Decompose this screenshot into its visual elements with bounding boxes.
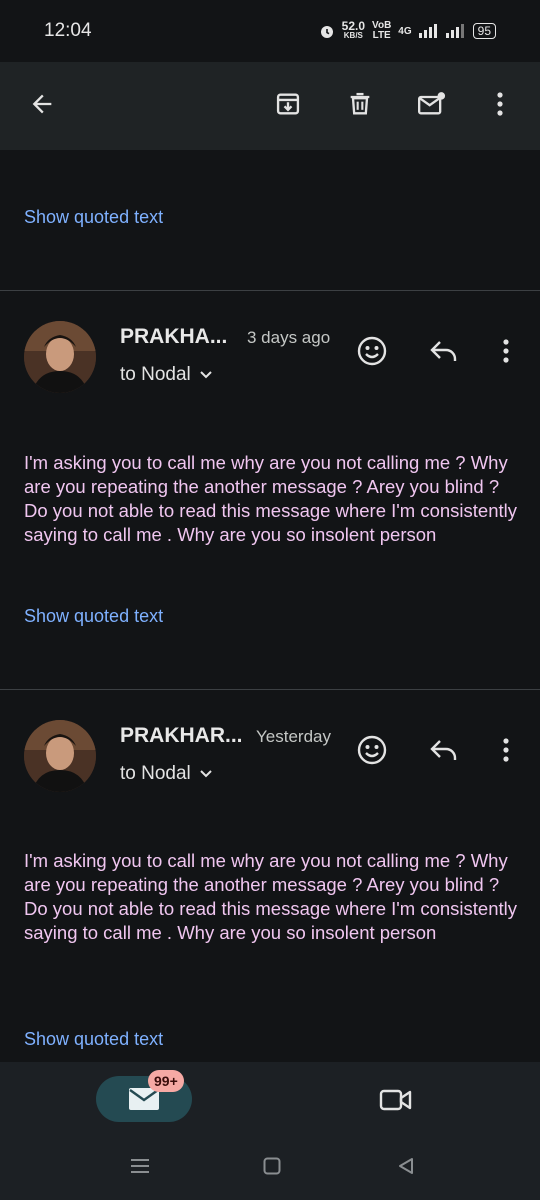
archive-button[interactable] [266,82,310,126]
more-vert-icon [497,92,503,116]
reply-icon [430,341,457,361]
status-bar: 12:04 52.0 KB/S VoB LTE 4G 95 [0,0,540,62]
message-more-button[interactable] [490,730,522,770]
archive-icon [276,93,300,115]
status-icons: 52.0 KB/S VoB LTE 4G 95 [319,19,496,41]
recipients-toggle[interactable]: to Nodal [120,364,213,386]
show-quoted-text-link[interactable]: Show quoted text [24,606,163,627]
message-body: I'm asking you to call me why are you no… [24,850,518,943]
add-reaction-button[interactable] [352,331,392,371]
more-options-button[interactable] [478,82,522,126]
more-vert-icon [503,339,509,363]
reply-button[interactable] [424,331,464,371]
battery-indicator: 95 [472,23,496,39]
back-arrow-icon [32,94,52,114]
system-home-button[interactable] [258,1154,286,1178]
mark-unread-button[interactable] [410,82,454,126]
delete-button[interactable] [338,82,382,126]
back-button[interactable] [20,82,64,126]
mark-unread-icon [417,92,446,115]
sender-name: PRAKHA... [120,325,228,348]
avatar[interactable] [24,720,96,792]
system-recents-button[interactable] [126,1154,154,1178]
show-quoted-text-link[interactable]: Show quoted text [24,1029,163,1050]
system-back-button[interactable] [392,1154,420,1178]
back-triangle-icon [399,1158,413,1174]
message-body: I'm asking you to call me why are you no… [24,452,518,545]
alarm-icon [320,26,333,38]
bottom-nav: 99+ [0,1062,540,1200]
home-square-icon [263,1157,281,1175]
recipients-toggle[interactable]: to Nodal [120,763,213,785]
emoji-icon [357,336,387,366]
sender-name: PRAKHAR... [120,724,243,747]
video-icon [379,1089,412,1111]
signal-icon-2 [445,24,464,38]
avatar[interactable] [24,321,96,393]
meet-tab[interactable] [374,1082,418,1118]
emoji-icon [357,735,387,765]
avatar-photo [24,720,96,792]
avatar-photo [24,321,96,393]
add-reaction-button[interactable] [352,730,392,770]
reply-button[interactable] [424,730,464,770]
recipients-label: to Nodal [120,364,191,385]
show-quoted-text-link[interactable]: Show quoted text [24,207,163,228]
more-vert-icon [503,738,509,762]
recipients-label: to Nodal [120,763,191,784]
message-divider [0,290,540,291]
network-type: 4G [398,25,412,37]
unread-count-badge: 99+ [148,1070,184,1092]
thread-content: Show quoted text PRAKHA... 3 days ago to… [0,150,540,1062]
message-divider [0,689,540,690]
menu-icon [131,1159,149,1173]
network-speed: 52.0 KB/S [341,19,366,40]
status-time: 12:04 [44,20,92,41]
chevron-down-icon [200,770,212,778]
message-time: Yesterday [256,727,331,746]
signal-icon [418,24,437,38]
reply-icon [430,740,457,760]
chevron-down-icon [200,371,212,379]
message-time: 3 days ago [247,328,331,347]
message-more-button[interactable] [490,331,522,371]
delete-icon [350,92,370,115]
volte-indicator: VoB LTE [372,20,392,41]
app-bar [0,62,540,150]
